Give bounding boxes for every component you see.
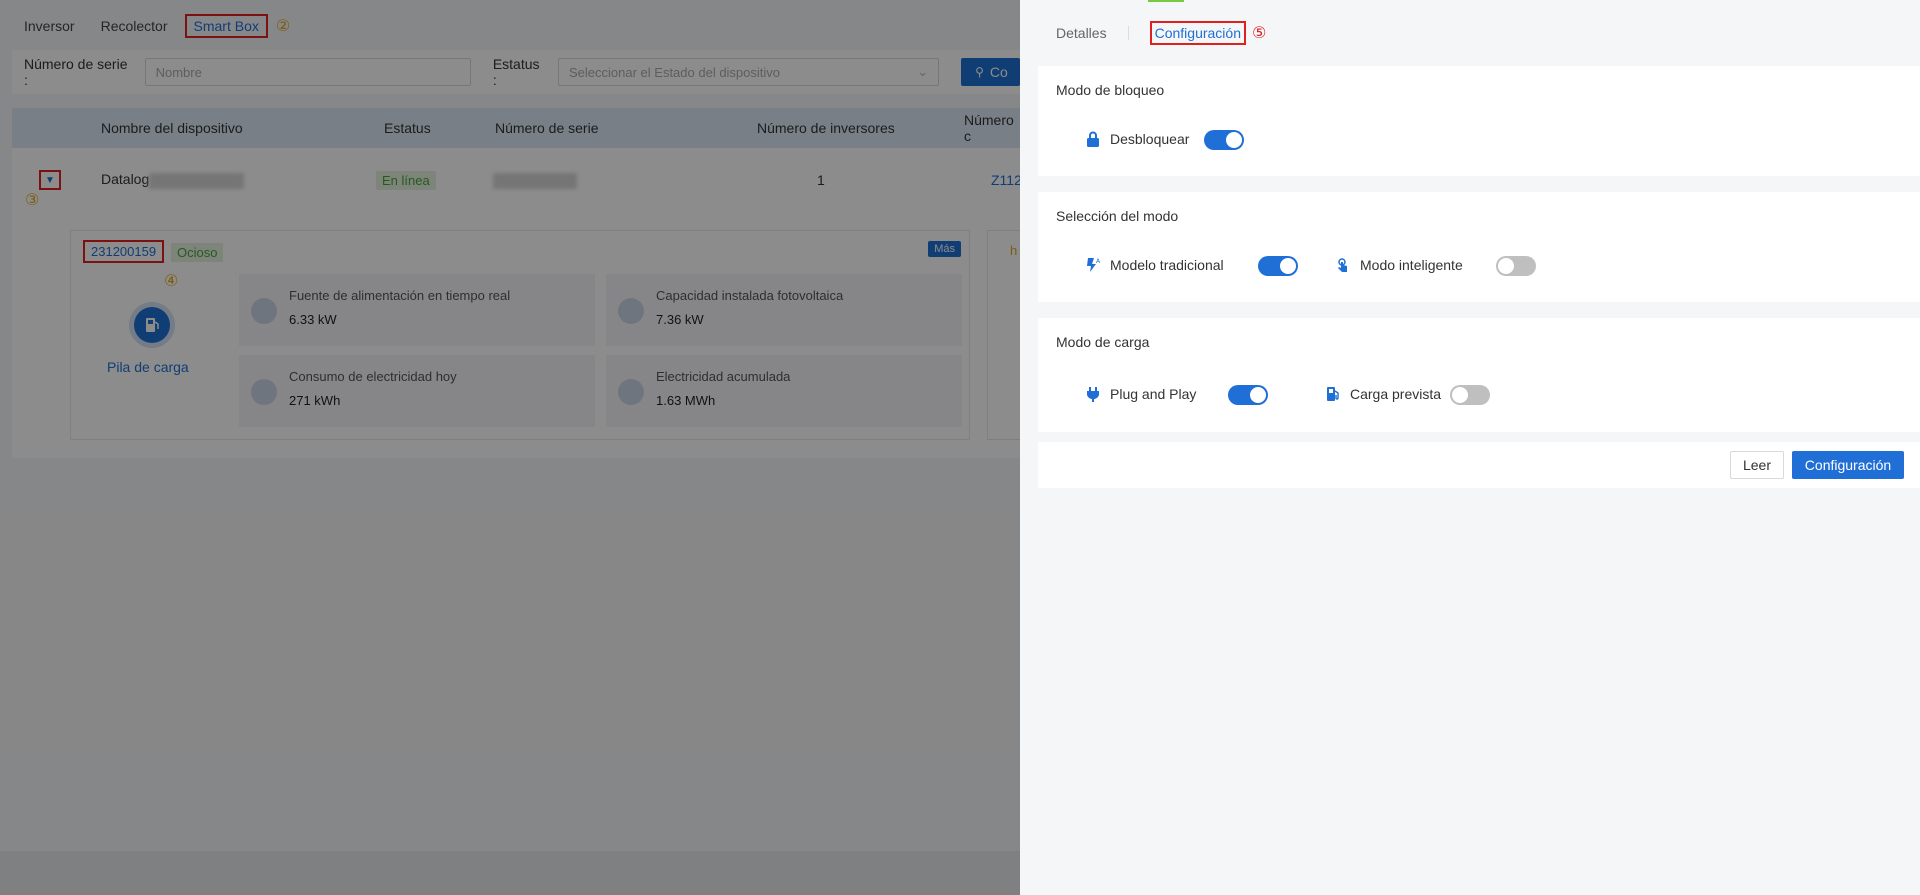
charge-mode-title: Modo de carga [1056,334,1150,350]
plug-and-play-label: Plug and Play [1110,386,1197,402]
smart-mode-toggle[interactable] [1496,256,1536,276]
fuel-pump-icon [1324,385,1342,403]
configure-button[interactable]: Configuración [1792,451,1904,479]
scheduled-charge-toggle[interactable] [1450,385,1490,405]
tab-details[interactable]: Detalles [1056,25,1107,41]
step-marker-5: ⑤ [1251,25,1267,42]
svg-text:A: A [1096,258,1101,265]
lock-mode-section: Modo de bloqueo Desbloquear [1038,66,1920,176]
touch-icon [1334,256,1352,274]
drawer-footer: Leer Configuración [1038,442,1920,488]
lock-mode-title: Modo de bloqueo [1056,82,1165,98]
unlock-label: Desbloquear [1110,131,1190,147]
lock-icon [1084,130,1102,148]
read-button[interactable]: Leer [1730,451,1784,479]
unlock-option: Desbloquear [1084,130,1189,148]
scheduled-charge-label: Carga prevista [1350,386,1442,402]
tab-configuration[interactable]: Configuración [1149,21,1246,45]
traditional-mode-label: Modelo tradicional [1110,257,1224,273]
flash-auto-icon: A [1084,256,1102,274]
background-page: Inversor Recolector Smart Box ② Número d… [0,0,1022,895]
unlock-toggle[interactable] [1204,130,1244,150]
smart-mode-option: Modo inteligente [1334,256,1463,274]
traditional-mode-option: A Modelo tradicional [1084,256,1224,274]
smart-mode-label: Modo inteligente [1360,257,1463,273]
plug-icon [1084,385,1102,403]
overlay-bottom-band [0,851,1020,895]
modal-overlay[interactable] [0,0,1020,895]
drawer-tabs: Detalles Configuración ⑤ [1020,0,1920,66]
mode-selection-section: Selección del modo A Modelo tradicional … [1038,192,1920,302]
charge-mode-section: Modo de carga Plug and Play Carga previs… [1038,318,1920,432]
plug-and-play-toggle[interactable] [1228,385,1268,405]
plug-and-play-option: Plug and Play [1084,385,1196,403]
scheduled-charge-option: Carga prevista [1324,385,1441,403]
traditional-mode-toggle[interactable] [1258,256,1298,276]
mode-selection-title: Selección del modo [1056,208,1179,224]
settings-drawer: Detalles Configuración ⑤ Modo de bloqueo… [1020,0,1920,895]
tab-separator [1127,26,1129,40]
